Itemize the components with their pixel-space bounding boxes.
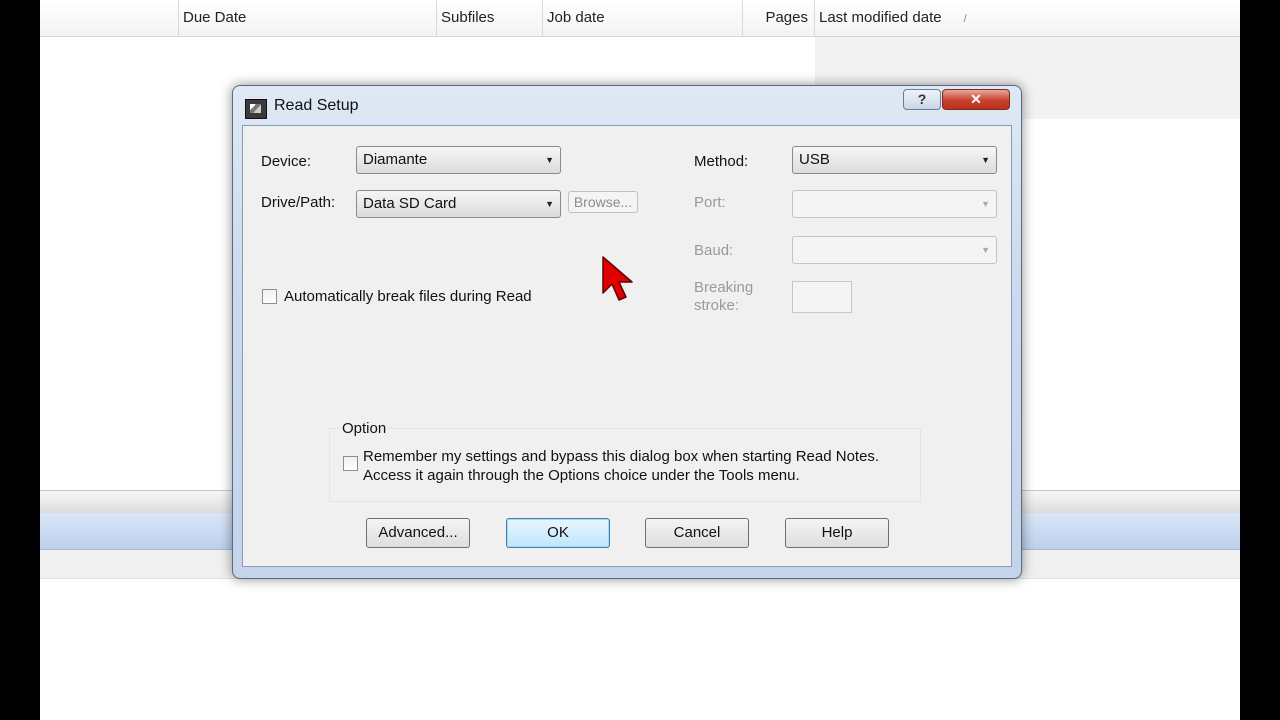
- option-group: Option Remember my settings and bypass t…: [329, 420, 921, 502]
- dialog-title: Read Setup: [274, 97, 359, 114]
- chevron-down-icon: ▼: [981, 155, 990, 165]
- baud-label: Baud:: [694, 242, 734, 259]
- remember-settings-checkbox[interactable]: [343, 456, 358, 471]
- column-subfiles[interactable]: Subfiles: [436, 0, 542, 36]
- help-title-button[interactable]: ?: [903, 89, 941, 110]
- sort-indicator-icon: /: [963, 13, 967, 25]
- method-select[interactable]: USB ▼: [792, 146, 997, 174]
- column-pages[interactable]: Pages: [742, 0, 814, 36]
- baud-select[interactable]: ▼: [792, 236, 997, 264]
- chevron-down-icon: ▼: [545, 199, 554, 209]
- dialog-titlebar[interactable]: Read Setup ? ✕: [233, 86, 1021, 124]
- help-button[interactable]: Help: [785, 518, 889, 548]
- port-select[interactable]: ▼: [792, 190, 997, 218]
- breaking-stroke-input[interactable]: [792, 281, 852, 313]
- column-last-modified-date[interactable]: Last modified date /: [814, 0, 1240, 36]
- option-group-title: Option: [340, 420, 389, 437]
- auto-break-checkbox[interactable]: [262, 289, 277, 304]
- ok-button[interactable]: OK: [506, 518, 610, 548]
- chevron-down-icon: ▼: [545, 155, 554, 165]
- column-header-bar: Due Date Subfiles Job date Pages Last mo…: [40, 0, 1240, 37]
- steno-machine-icon: [245, 99, 267, 119]
- remember-settings-label: Remember my settings and bypass this dia…: [363, 448, 880, 484]
- breaking-stroke-label-line2: stroke:: [694, 297, 740, 314]
- device-select[interactable]: Diamante ▼: [356, 146, 561, 174]
- advanced-button[interactable]: Advanced...: [366, 518, 470, 548]
- column-job-date[interactable]: Job date: [542, 0, 742, 36]
- cancel-button[interactable]: Cancel: [645, 518, 749, 548]
- drive-path-label: Drive/Path:: [261, 194, 336, 211]
- column-due-date[interactable]: Due Date: [178, 0, 436, 36]
- drive-path-select[interactable]: Data SD Card ▼: [356, 190, 561, 218]
- breaking-stroke-label-line1: Breaking: [694, 279, 754, 296]
- device-label: Device:: [261, 153, 312, 170]
- chevron-down-icon: ▼: [981, 245, 990, 255]
- method-label: Method:: [694, 153, 749, 170]
- read-setup-dialog: Read Setup ? ✕ Device: Diamante ▼ Drive/P…: [232, 85, 1022, 579]
- port-label: Port:: [694, 194, 726, 211]
- mouse-pointer-icon: [602, 256, 633, 301]
- close-button[interactable]: ✕: [942, 89, 1010, 110]
- browse-button[interactable]: Browse...: [568, 191, 638, 213]
- dialog-body: Device: Diamante ▼ Drive/Path: Data SD Ca…: [242, 125, 1012, 567]
- auto-break-label: Automatically break files during Read: [284, 288, 532, 305]
- chevron-down-icon: ▼: [981, 199, 990, 209]
